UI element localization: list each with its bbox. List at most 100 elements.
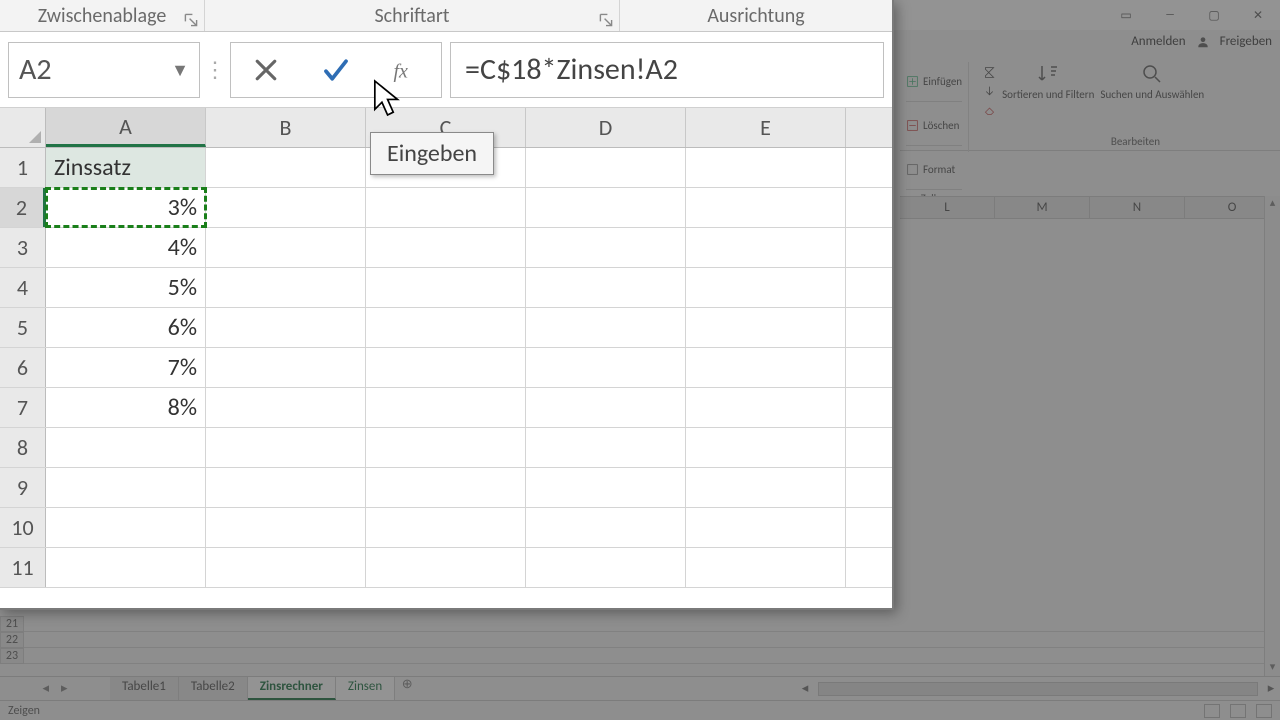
row-header[interactable]: 8	[0, 428, 46, 467]
cell[interactable]	[206, 188, 366, 227]
cell[interactable]	[526, 388, 686, 427]
cell[interactable]	[686, 548, 846, 587]
cell[interactable]	[366, 468, 526, 507]
cell[interactable]	[206, 548, 366, 587]
dialog-launcher-icon[interactable]	[184, 13, 198, 27]
col-header-b[interactable]: B	[206, 108, 366, 147]
col-header-d[interactable]: D	[526, 108, 686, 147]
hscroll[interactable]: ◂ ▸	[796, 677, 1280, 700]
insert-function-button[interactable]: fx	[382, 46, 430, 94]
col-header[interactable]: M	[995, 197, 1090, 218]
cell[interactable]	[686, 348, 846, 387]
ribbon-options-icon[interactable]: ▭	[1110, 4, 1142, 26]
name-box[interactable]: A2 ▼	[8, 42, 200, 98]
chevron-down-icon[interactable]: ▼	[171, 59, 189, 81]
row-header[interactable]: 11	[0, 548, 46, 587]
cell[interactable]	[526, 268, 686, 307]
cell[interactable]	[46, 548, 206, 587]
select-all-corner[interactable]	[0, 108, 46, 147]
cell[interactable]	[206, 348, 366, 387]
view-layout-icon[interactable]	[1230, 704, 1246, 718]
cell[interactable]	[526, 548, 686, 587]
autosum-icon[interactable]	[983, 66, 996, 79]
cell[interactable]	[366, 188, 526, 227]
scroll-down-icon[interactable]: ▾	[1265, 660, 1280, 676]
find-select-button[interactable]: Suchen und Auswählen	[1100, 62, 1204, 101]
hscroll-right-icon[interactable]: ▸	[1262, 681, 1280, 696]
cell[interactable]: 8%	[46, 388, 206, 427]
cell[interactable]	[206, 428, 366, 467]
cell[interactable]: 7%	[46, 348, 206, 387]
maximize-icon[interactable]: ▢	[1198, 4, 1230, 26]
cell[interactable]	[206, 508, 366, 547]
sheet-tab-zinsen[interactable]: Zinsen	[336, 677, 395, 700]
cell[interactable]	[206, 148, 366, 187]
cell[interactable]	[526, 308, 686, 347]
sort-filter-button[interactable]: Sortieren und Filtern	[1002, 62, 1094, 101]
row-header[interactable]: 1	[0, 148, 46, 187]
row-header[interactable]: 7	[0, 388, 46, 427]
cell[interactable]: 5%	[46, 268, 206, 307]
cell[interactable]	[366, 348, 526, 387]
cell[interactable]: 6%	[46, 308, 206, 347]
cell[interactable]	[366, 428, 526, 467]
cell[interactable]	[686, 188, 846, 227]
row-header[interactable]: 6	[0, 348, 46, 387]
cell[interactable]	[526, 188, 686, 227]
cell[interactable]	[526, 228, 686, 267]
clear-icon[interactable]	[983, 104, 996, 117]
minimize-icon[interactable]: ―	[1154, 4, 1186, 26]
add-sheet-button[interactable]: ⊕	[395, 677, 419, 700]
cell[interactable]	[366, 508, 526, 547]
row-header[interactable]: 21	[0, 616, 24, 632]
cell[interactable]	[46, 508, 206, 547]
cell[interactable]	[526, 428, 686, 467]
cell[interactable]	[526, 148, 686, 187]
cell[interactable]	[206, 468, 366, 507]
view-normal-icon[interactable]	[1204, 704, 1220, 718]
cell[interactable]	[206, 228, 366, 267]
enter-button[interactable]	[312, 46, 360, 94]
signin-link[interactable]: Anmelden	[1131, 34, 1185, 49]
cell[interactable]	[206, 268, 366, 307]
cell[interactable]	[366, 548, 526, 587]
cell[interactable]	[686, 308, 846, 347]
cell[interactable]	[686, 428, 846, 467]
scroll-up-icon[interactable]: ▴	[1265, 196, 1280, 212]
sheet-tab-tabelle1[interactable]: Tabelle1	[110, 677, 179, 700]
cell[interactable]	[686, 268, 846, 307]
cell[interactable]	[46, 468, 206, 507]
cell[interactable]	[686, 508, 846, 547]
cell[interactable]	[686, 468, 846, 507]
cell[interactable]	[366, 268, 526, 307]
cell[interactable]: 3%	[46, 188, 206, 227]
cell[interactable]	[526, 468, 686, 507]
cell[interactable]	[46, 428, 206, 467]
row-header[interactable]: 4	[0, 268, 46, 307]
row-header[interactable]: 5	[0, 308, 46, 347]
col-header[interactable]: N	[1090, 197, 1185, 218]
row-header[interactable]: 3	[0, 228, 46, 267]
cell[interactable]	[686, 388, 846, 427]
col-header-e[interactable]: E	[686, 108, 846, 147]
insert-button[interactable]: Einfügen	[906, 62, 962, 102]
cell[interactable]: Zinssatz	[46, 148, 206, 187]
delete-button[interactable]: Löschen	[906, 106, 962, 146]
cell[interactable]	[366, 228, 526, 267]
hscroll-left-icon[interactable]: ◂	[796, 681, 814, 696]
cell[interactable]	[526, 348, 686, 387]
row-header[interactable]: 23	[0, 648, 24, 664]
sheet-tab-tabelle2[interactable]: Tabelle2	[179, 677, 248, 700]
dialog-launcher-icon[interactable]	[599, 13, 613, 27]
vertical-scrollbar[interactable]: ▴ ▾	[1264, 196, 1280, 676]
cell[interactable]: 4%	[46, 228, 206, 267]
format-button[interactable]: Format	[906, 150, 962, 190]
row-header[interactable]: 22	[0, 632, 24, 648]
formula-input[interactable]: =C$18*Zinsen!A2	[450, 42, 884, 98]
row-header[interactable]: 10	[0, 508, 46, 547]
close-icon[interactable]: ✕	[1242, 4, 1274, 26]
cell[interactable]	[206, 308, 366, 347]
cell[interactable]	[366, 388, 526, 427]
view-break-icon[interactable]	[1256, 704, 1272, 718]
sheet-nav[interactable]: ◂▸	[0, 677, 110, 700]
